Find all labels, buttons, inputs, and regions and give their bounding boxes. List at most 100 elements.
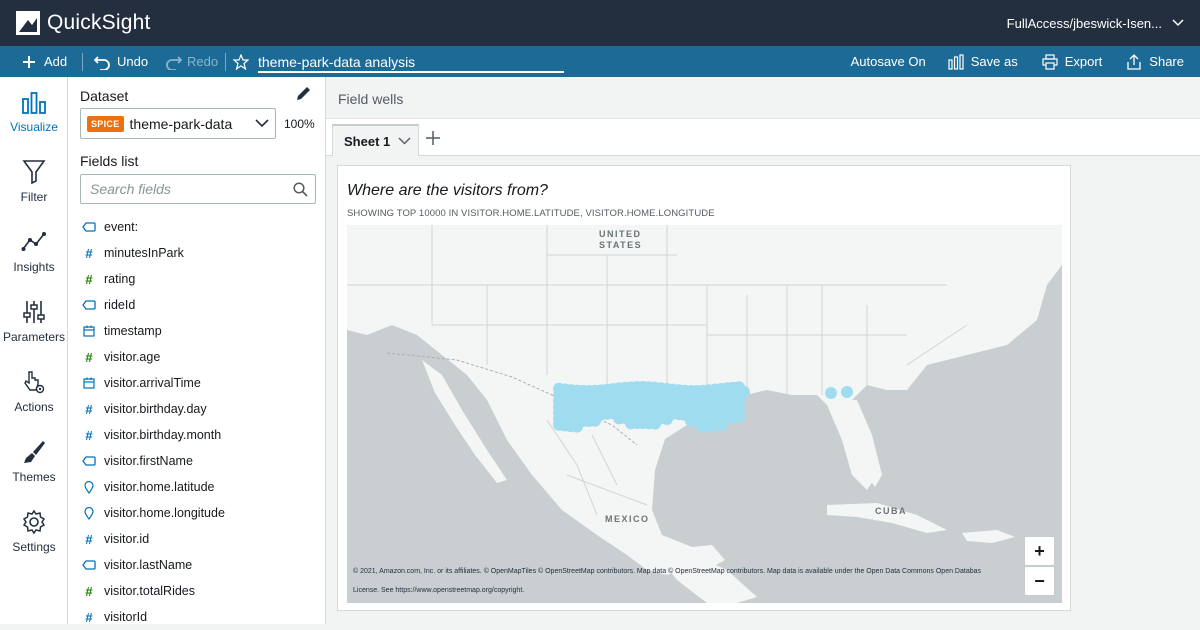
- field-item[interactable]: # visitor.birthday.month: [82, 422, 312, 448]
- undo-button[interactable]: Undo: [94, 46, 148, 77]
- number-field-icon: #: [85, 531, 93, 547]
- toolbar-divider: [225, 53, 226, 71]
- map-label-mexico: MEXICO: [605, 514, 650, 524]
- field-item[interactable]: timestamp: [82, 318, 312, 344]
- quicksight-logo-icon: [16, 11, 40, 35]
- zoom-in-icon: +: [1034, 540, 1045, 561]
- share-button[interactable]: Share: [1126, 46, 1184, 77]
- search-icon[interactable]: [293, 182, 308, 197]
- printer-icon: [1042, 53, 1058, 70]
- autosave-label: Autosave On: [850, 54, 926, 69]
- number-field-icon: #: [85, 609, 93, 625]
- account-menu[interactable]: FullAccess/jbeswick-Isen...: [1007, 0, 1184, 46]
- map-label-us-line1: UNITED: [599, 229, 642, 239]
- dataset-name: theme-park-data: [129, 115, 233, 132]
- zoom-in-button[interactable]: +: [1024, 536, 1055, 566]
- nav-filter[interactable]: Filter: [0, 159, 68, 219]
- export-button[interactable]: Export: [1042, 46, 1102, 77]
- redo-button[interactable]: Redo: [164, 46, 218, 77]
- autosave-toggle[interactable]: Autosave On: [851, 46, 926, 77]
- field-name: rideId: [104, 298, 136, 312]
- date-field-icon: [82, 376, 96, 390]
- geospatial-map[interactable]: UNITED STATES MEXICO CUBA © 2021, Amazon…: [347, 225, 1062, 603]
- visitor-point: [841, 386, 853, 398]
- field-item[interactable]: visitor.home.latitude: [82, 474, 312, 500]
- visual-subtitle: SHOWING TOP 10000 IN VISITOR.HOME.LATITU…: [347, 208, 715, 219]
- pencil-icon[interactable]: [294, 85, 312, 103]
- main-area: Field wells Sheet 1 Where are the visito…: [326, 77, 1200, 624]
- sheet-tabs-bar: Sheet 1: [326, 119, 1200, 156]
- visitor-point: [733, 411, 745, 424]
- nav-actions[interactable]: Actions: [0, 369, 68, 429]
- field-item[interactable]: # visitorId: [82, 604, 312, 630]
- nav-themes[interactable]: Themes: [0, 439, 68, 499]
- field-item[interactable]: # minutesInPark: [82, 240, 312, 266]
- favorite-button[interactable]: [233, 46, 249, 77]
- redo-icon: [166, 55, 182, 70]
- zoom-out-button[interactable]: −: [1024, 566, 1055, 596]
- field-item[interactable]: event:: [82, 214, 312, 240]
- spice-percent: 100%: [284, 117, 315, 131]
- sliders-icon: [23, 301, 45, 323]
- field-item[interactable]: # visitor.totalRides: [82, 578, 312, 604]
- field-name: visitorId: [104, 610, 148, 624]
- nav-parameters[interactable]: Parameters: [0, 299, 68, 359]
- string-field-icon: [82, 558, 96, 572]
- analysis-name: theme-park-data analysis: [258, 54, 416, 70]
- field-name: visitor.birthday.day: [104, 402, 207, 416]
- field-item[interactable]: visitor.arrivalTime: [82, 370, 312, 396]
- redo-label: Redo: [187, 54, 219, 69]
- nav-label: Visualize: [10, 120, 58, 134]
- field-name: rating: [104, 272, 136, 286]
- field-name: visitor.totalRides: [104, 584, 196, 598]
- string-field-icon: [82, 454, 96, 468]
- brush-icon: [24, 441, 45, 463]
- chevron-down-icon[interactable]: [398, 137, 411, 145]
- search-fields-box: [80, 174, 316, 204]
- nav-label: Themes: [12, 470, 56, 484]
- dataset-select[interactable]: SPICE theme-park-data: [80, 108, 276, 139]
- nav-label: Actions: [14, 400, 54, 414]
- number-field-icon: #: [85, 401, 93, 417]
- field-name: timestamp: [104, 324, 162, 338]
- save-as-label: Save as: [970, 54, 1018, 69]
- map-visual[interactable]: Where are the visitors from? SHOWING TOP…: [337, 165, 1071, 611]
- measure-field-icon: #: [85, 583, 93, 599]
- field-item[interactable]: # visitor.age: [82, 344, 312, 370]
- field-item[interactable]: # visitor.birthday.day: [82, 396, 312, 422]
- number-field-icon: #: [85, 427, 93, 443]
- geo-field-icon: [82, 480, 96, 494]
- app-name: QuickSight: [47, 11, 151, 34]
- field-name: visitor.firstName: [104, 454, 193, 468]
- chevron-down-icon: [1172, 19, 1184, 27]
- search-fields-input[interactable]: [90, 175, 290, 203]
- quicksight-logo[interactable]: QuickSight: [16, 11, 151, 35]
- field-name: minutesInPark: [104, 246, 184, 260]
- share-label: Share: [1149, 54, 1184, 69]
- visual-title: Where are the visitors from?: [347, 182, 548, 199]
- field-wells-bar[interactable]: Field wells: [326, 77, 1200, 119]
- add-sheet-icon[interactable]: [424, 129, 442, 147]
- insights-icon: [21, 232, 46, 251]
- field-item[interactable]: # visitor.id: [82, 526, 312, 552]
- map-label-cuba: CUBA: [875, 506, 907, 516]
- nav-visualize[interactable]: Visualize: [0, 89, 68, 149]
- nav-settings[interactable]: Settings: [0, 509, 68, 569]
- spice-badge: SPICE: [87, 115, 124, 132]
- top-bar: QuickSight FullAccess/jbeswick-Isen...: [0, 0, 1200, 46]
- field-item[interactable]: visitor.lastName: [82, 552, 312, 578]
- toolbar-divider: [82, 53, 83, 71]
- field-item[interactable]: visitor.home.longitude: [82, 500, 312, 526]
- field-item[interactable]: # rating: [82, 266, 312, 292]
- add-button[interactable]: Add: [22, 46, 67, 77]
- save-as-button[interactable]: Save as: [948, 46, 1018, 77]
- visitor-point: [738, 386, 750, 398]
- account-name: FullAccess/jbeswick-Isen...: [1006, 15, 1162, 31]
- tab-sheet-1[interactable]: Sheet 1: [332, 124, 419, 156]
- field-item[interactable]: rideId: [82, 292, 312, 318]
- map-attribution: © 2021, Amazon.com, Inc. or its affiliat…: [353, 562, 1033, 600]
- analysis-name-input[interactable]: theme-park-data analysis: [258, 51, 564, 73]
- field-item[interactable]: visitor.firstName: [82, 448, 312, 474]
- nav-insights[interactable]: Insights: [0, 229, 68, 289]
- string-field-icon: [82, 220, 96, 234]
